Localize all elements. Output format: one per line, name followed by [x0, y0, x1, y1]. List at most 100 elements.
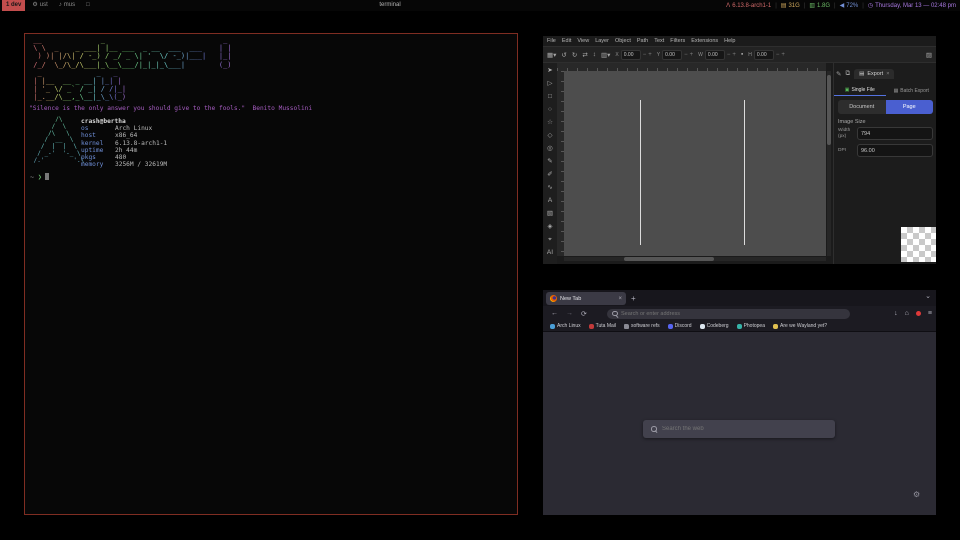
bookmark-item[interactable]: Are we Wayland yet?	[773, 323, 827, 329]
gradient-tool-icon[interactable]: ▧	[547, 210, 553, 217]
bookmark-item[interactable]: Tuta Mail	[589, 323, 616, 329]
flip-horizontal-icon[interactable]: ⇄	[582, 51, 587, 59]
list-all-tabs-icon[interactable]: ⌄	[925, 292, 931, 300]
menu-extensions[interactable]: Extensions	[691, 38, 718, 44]
bookmark-item[interactable]: Discord	[668, 323, 692, 329]
pencil-tool-icon[interactable]: ✎	[547, 158, 552, 165]
status-volume: ◀72%	[840, 2, 859, 9]
menu-view[interactable]: View	[577, 38, 589, 44]
tab-single-file[interactable]: ▣ Single File	[834, 85, 886, 96]
pen-tool-icon[interactable]: ✐	[547, 171, 552, 178]
edit-panel-icon[interactable]: ✎	[836, 70, 841, 78]
home-icon[interactable]: ⌂	[905, 310, 909, 317]
bookmark-item[interactable]: Codeberg	[700, 323, 729, 329]
text-tool-icon[interactable]: A	[548, 197, 552, 204]
close-tab-icon[interactable]: ×	[618, 296, 622, 302]
x-plus-button[interactable]: +	[648, 52, 652, 58]
shell-prompt[interactable]: ~ ❯	[30, 173, 49, 181]
browser-tab[interactable]: New Tab ×	[546, 292, 626, 305]
menu-bar: File Edit View Layer Object Path Text Filters Ex…	[547, 36, 735, 46]
lock-ratio-icon[interactable]: ▪	[741, 51, 743, 58]
canvas-horizontal-scrollbar[interactable]	[564, 257, 826, 261]
menu-path[interactable]: Path	[637, 38, 648, 44]
browser-window[interactable]: New Tab × + ⌄ ← → ⟳ ↓ ⌂ ≡ Arch Linux Tuta…	[543, 290, 936, 515]
bookmark-item[interactable]: Arch Linux	[550, 323, 581, 329]
bookmark-item[interactable]: software refs	[624, 323, 660, 329]
forward-icon[interactable]: →	[566, 310, 573, 317]
x-minus-button[interactable]: −	[643, 52, 647, 58]
selector-tool-icon[interactable]: ➤	[547, 67, 552, 74]
snap-toggle-icon[interactable]: ▨	[926, 51, 932, 59]
rotate-cw-icon[interactable]: ↻	[572, 51, 577, 59]
reload-icon[interactable]: ⟳	[581, 310, 587, 318]
newtab-search-box[interactable]	[643, 420, 835, 438]
canvas[interactable]	[564, 71, 826, 256]
y-plus-button[interactable]: +	[690, 52, 694, 58]
workspace-item[interactable]: □	[82, 0, 94, 11]
terminal-window[interactable]: __ _ _ \ \ _ _ ___| |__ ___ _ __ ___ ___…	[24, 33, 518, 515]
bookmark-item[interactable]: Photopea	[737, 323, 765, 329]
workspace-item[interactable]: 1 dev	[2, 0, 25, 11]
width-input[interactable]	[857, 127, 933, 140]
h-input[interactable]	[754, 50, 774, 60]
personalize-gear-icon[interactable]: ⚙	[913, 490, 920, 499]
menu-layer[interactable]: Layer	[595, 38, 609, 44]
scrollbar-thumb[interactable]	[827, 75, 831, 145]
menu-edit[interactable]: Edit	[562, 38, 571, 44]
menu-icon[interactable]: ≡	[928, 310, 932, 317]
menu-text[interactable]: Text	[654, 38, 664, 44]
bookmark-label: Codeberg	[707, 323, 729, 329]
download-icon[interactable]: ↓	[894, 310, 898, 317]
dropper-tool-icon[interactable]: ◈	[548, 223, 553, 230]
scrollbar-thumb[interactable]	[624, 257, 714, 261]
rotate-ccw-icon[interactable]: ↺	[561, 51, 566, 59]
newtab-search-input[interactable]	[662, 426, 827, 432]
layers-panel-icon[interactable]: ⧉	[845, 70, 850, 78]
selection-mode-dropdown-icon[interactable]: ▦▾	[547, 51, 556, 59]
close-panel-icon[interactable]: ×	[886, 71, 889, 77]
canvas-vertical-scrollbar[interactable]	[827, 71, 831, 256]
menu-object[interactable]: Object	[615, 38, 631, 44]
ai-tool-icon[interactable]: AI	[547, 249, 553, 256]
workspace-item[interactable]: ♪mus	[55, 0, 79, 11]
h-plus-button[interactable]: +	[781, 52, 785, 58]
export-panel-tab[interactable]: ▤ Export ×	[854, 69, 894, 79]
y-minus-button[interactable]: −	[684, 52, 688, 58]
h-minus-button[interactable]: −	[776, 52, 780, 58]
memory-icon: ▥	[809, 2, 815, 9]
dpi-input[interactable]	[857, 144, 933, 157]
x-input[interactable]	[621, 50, 641, 60]
align-dropdown-icon[interactable]: ▥▾	[601, 51, 610, 59]
menu-file[interactable]: File	[547, 38, 556, 44]
inkscape-window[interactable]: File Edit View Layer Object Path Text Filters Ex…	[543, 36, 936, 264]
node-editor-tool-icon[interactable]: ▷	[548, 80, 553, 87]
kernel-icon: Λ	[726, 3, 730, 9]
spiral-tool-icon[interactable]: ◎	[547, 145, 553, 152]
menu-help[interactable]: Help	[724, 38, 735, 44]
rectangle-tool-icon[interactable]: □	[548, 93, 552, 100]
flip-vertical-icon[interactable]: ↕	[593, 51, 596, 58]
ellipse-tool-icon[interactable]: ○	[548, 106, 552, 113]
menu-filters[interactable]: Filters	[670, 38, 685, 44]
workspace-item[interactable]: ⚙ust	[28, 0, 51, 11]
3d-box-tool-icon[interactable]: ◇	[548, 132, 553, 139]
recording-indicator-icon[interactable]	[916, 311, 921, 316]
tab-bar: New Tab × + ⌄	[543, 290, 936, 306]
document-button[interactable]: Document	[838, 100, 886, 114]
url-bar[interactable]	[607, 309, 850, 320]
tab-batch-export[interactable]: ▦ Batch Export	[886, 85, 938, 96]
page-button[interactable]: Page	[886, 100, 934, 114]
horizontal-ruler[interactable]	[557, 63, 826, 71]
w-minus-button[interactable]: −	[727, 52, 731, 58]
calligraphy-tool-icon[interactable]: ∿	[547, 184, 552, 191]
back-icon[interactable]: ←	[551, 310, 558, 317]
new-tab-button[interactable]: +	[631, 293, 636, 304]
y-input[interactable]	[662, 50, 682, 60]
w-input[interactable]	[705, 50, 725, 60]
w-plus-button[interactable]: +	[732, 52, 736, 58]
star-tool-icon[interactable]: ☆	[547, 119, 553, 126]
measure-tool-icon[interactable]: ⌖	[548, 236, 552, 243]
url-input[interactable]	[621, 311, 845, 317]
dpi-field-row: DPI	[838, 144, 933, 157]
vertical-ruler[interactable]	[557, 71, 564, 256]
